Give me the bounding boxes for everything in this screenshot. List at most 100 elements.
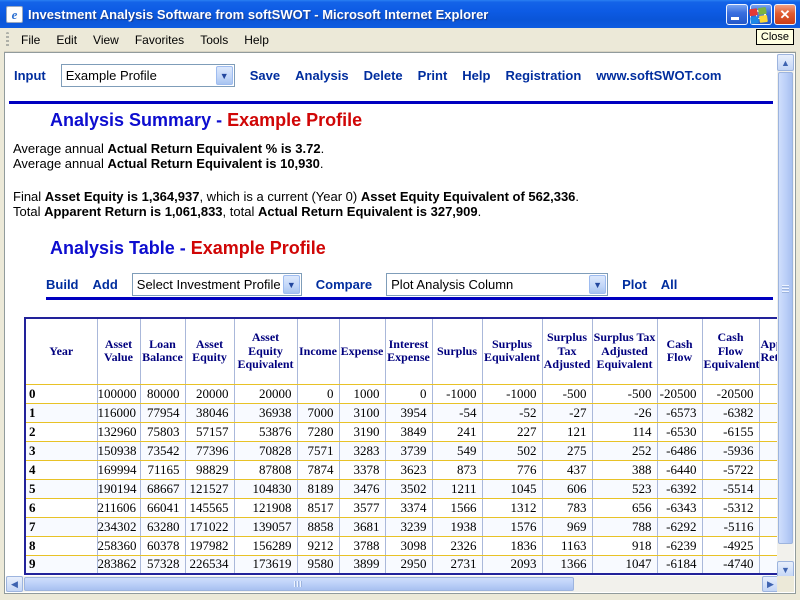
column-header: Cash Flow Equivalent: [702, 318, 759, 384]
value-cell: 3239: [385, 517, 432, 536]
scrollbar-corner: [777, 576, 794, 592]
value-cell: 7571: [297, 441, 339, 460]
table-row: 3150938735427739670828757132833739549502…: [25, 441, 779, 460]
value-cell: -5722: [702, 460, 759, 479]
value-cell: -500: [592, 384, 657, 403]
value-cell: 60378: [140, 536, 185, 555]
menu-file[interactable]: File: [13, 30, 48, 50]
column-header: Loan Balance: [140, 318, 185, 384]
value-cell: 114: [592, 422, 657, 441]
value-cell: 77954: [140, 403, 185, 422]
website-link[interactable]: www.softSWOT.com: [596, 68, 721, 83]
menu-view[interactable]: View: [85, 30, 127, 50]
value-cell: 3100: [339, 403, 385, 422]
value-cell: [759, 536, 779, 555]
menu-help[interactable]: Help: [236, 30, 277, 50]
table-row: 5190194686671215271048308189347635021211…: [25, 479, 779, 498]
value-cell: -52: [482, 403, 542, 422]
value-cell: 1566: [432, 498, 482, 517]
delete-link[interactable]: Delete: [364, 68, 403, 83]
summary-line-2: Average annual Actual Return Equivalent …: [13, 156, 323, 171]
analysis-link[interactable]: Analysis: [295, 68, 348, 83]
input-profile-select[interactable]: Example Profile ▼: [61, 64, 235, 87]
value-cell: 100000: [97, 384, 140, 403]
value-cell: 190194: [97, 479, 140, 498]
value-cell: 87808: [234, 460, 297, 479]
print-link[interactable]: Print: [418, 68, 448, 83]
value-cell: 523: [592, 479, 657, 498]
compare-link[interactable]: Compare: [316, 277, 372, 292]
horizontal-scrollbar[interactable]: ◀ ▶: [6, 576, 779, 592]
value-cell: 66041: [140, 498, 185, 517]
controls-divider: [46, 297, 773, 300]
value-cell: -5116: [702, 517, 759, 536]
windows-flag-icon: [749, 7, 769, 25]
column-header: Asset Equity Equivalent: [234, 318, 297, 384]
vertical-scrollbar[interactable]: ▲ ▼: [777, 54, 794, 578]
value-cell: 20000: [234, 384, 297, 403]
value-cell: -6184: [657, 555, 702, 574]
summary-heading: Analysis Summary - Example Profile: [50, 110, 362, 131]
ie-document-icon: e: [6, 6, 23, 23]
app-toolbar: Input Example Profile ▼ Save Analysis De…: [14, 64, 722, 87]
all-link[interactable]: All: [661, 277, 678, 292]
build-link[interactable]: Build: [46, 277, 79, 292]
value-cell: -6392: [657, 479, 702, 498]
value-cell: 3502: [385, 479, 432, 498]
registration-link[interactable]: Registration: [505, 68, 581, 83]
value-cell: 132960: [97, 422, 140, 441]
column-header: Surplus: [432, 318, 482, 384]
menu-edit[interactable]: Edit: [48, 30, 85, 50]
plot-link[interactable]: Plot: [622, 277, 647, 292]
value-cell: 3190: [339, 422, 385, 441]
year-cell: 0: [25, 384, 97, 403]
value-cell: 227: [482, 422, 542, 441]
column-header: Apparent Return: [759, 318, 779, 384]
value-cell: 1366: [542, 555, 592, 574]
value-cell: 502: [482, 441, 542, 460]
value-cell: 116000: [97, 403, 140, 422]
table-row: 2132960758035715753876728031903849241227…: [25, 422, 779, 441]
investment-profile-select[interactable]: Select Investment Profile ▼: [132, 273, 302, 296]
value-cell: 104830: [234, 479, 297, 498]
plot-column-select[interactable]: Plot Analysis Column ▼: [386, 273, 608, 296]
menu-favorites[interactable]: Favorites: [127, 30, 192, 50]
minimize-button[interactable]: [726, 4, 748, 25]
save-link[interactable]: Save: [250, 68, 280, 83]
browser-viewport: Input Example Profile ▼ Save Analysis De…: [4, 52, 796, 594]
value-cell: 77396: [185, 441, 234, 460]
year-cell: 8: [25, 536, 97, 555]
value-cell: 53876: [234, 422, 297, 441]
value-cell: 1836: [482, 536, 542, 555]
horizontal-scrollbar-thumb[interactable]: [24, 577, 574, 591]
value-cell: -6573: [657, 403, 702, 422]
value-cell: -6343: [657, 498, 702, 517]
value-cell: -26: [592, 403, 657, 422]
value-cell: 3283: [339, 441, 385, 460]
chevron-down-icon[interactable]: ▼: [283, 275, 300, 294]
add-link[interactable]: Add: [93, 277, 118, 292]
column-header: Surplus Equivalent: [482, 318, 542, 384]
value-cell: 80000: [140, 384, 185, 403]
scroll-up-icon[interactable]: ▲: [777, 54, 794, 71]
chevron-down-icon[interactable]: ▼: [216, 66, 233, 85]
minimize-icon: [731, 17, 739, 20]
value-cell: 57157: [185, 422, 234, 441]
column-header: Cash Flow: [657, 318, 702, 384]
menu-tools[interactable]: Tools: [192, 30, 236, 50]
close-button[interactable]: ✕: [774, 4, 796, 25]
value-cell: 656: [592, 498, 657, 517]
chevron-down-icon[interactable]: ▼: [589, 275, 606, 294]
value-cell: -6155: [702, 422, 759, 441]
input-link[interactable]: Input: [14, 68, 46, 83]
value-cell: 918: [592, 536, 657, 555]
help-link[interactable]: Help: [462, 68, 490, 83]
vertical-scrollbar-thumb[interactable]: [778, 72, 793, 544]
column-header: Expense: [339, 318, 385, 384]
column-header: Income: [297, 318, 339, 384]
input-profile-select-value: Example Profile: [66, 68, 157, 83]
value-cell: 437: [542, 460, 592, 479]
year-cell: 9: [25, 555, 97, 574]
scroll-left-icon[interactable]: ◀: [6, 576, 23, 592]
value-cell: [759, 479, 779, 498]
